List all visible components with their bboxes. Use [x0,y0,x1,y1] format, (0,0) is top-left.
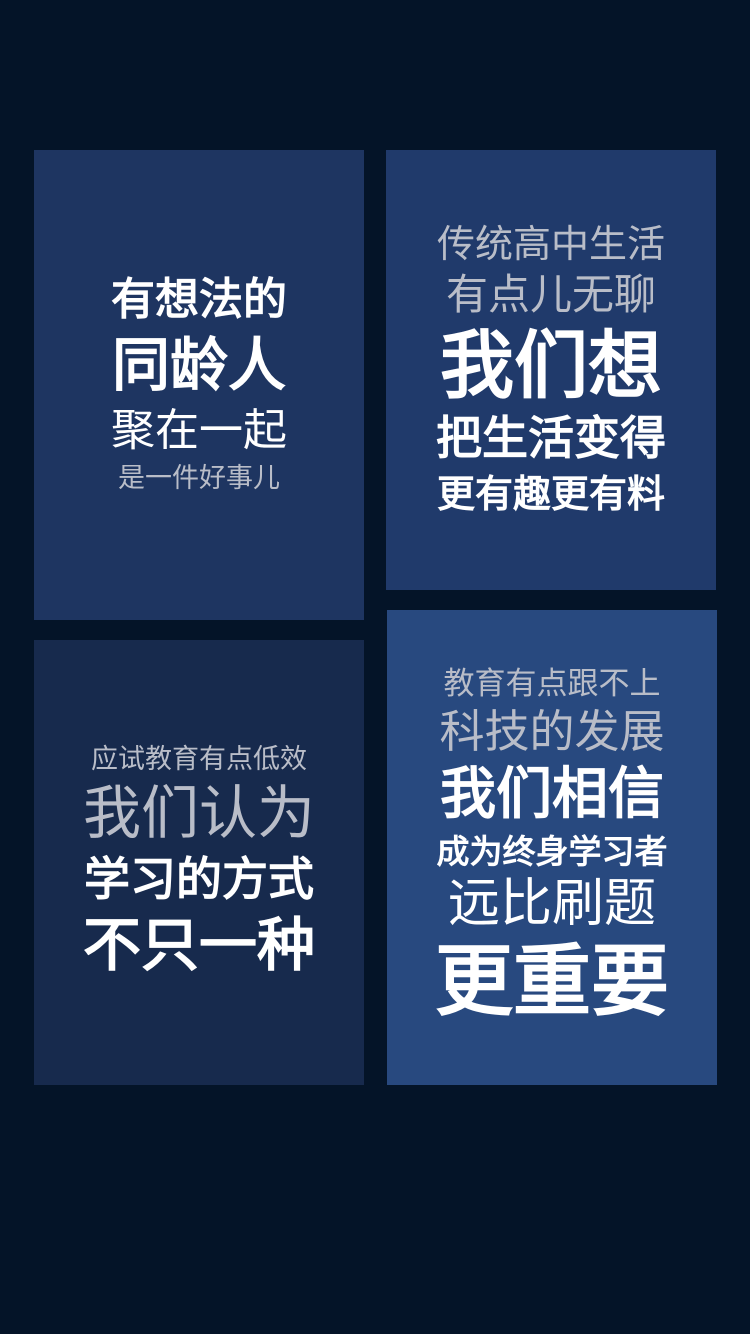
card-4-line-2: 科技的发展 [439,704,665,758]
card-3-line-2: 我们认为 [82,778,315,847]
card-2-line-4: 把生活变得 [436,411,666,465]
card-high-school-life: 传统高中生活 有点儿无聊 我们想 把生活变得 更有趣更有料 [386,150,716,590]
card-like-minded-peers: 有想法的 同龄人 聚在一起 是一件好事儿 [34,150,364,620]
card-1-line-3: 聚在一起 [111,404,287,456]
card-lifelong-learning: 教育有点跟不上 科技的发展 我们相信 成为终身学习者 远比刷题 更重要 [387,610,717,1085]
card-4-line-3: 我们相信 [440,761,664,827]
card-1-line-4: 是一件好事儿 [118,463,280,495]
card-3-line-1: 应试教育有点低效 [91,744,307,776]
card-3-line-4: 不只一种 [82,911,315,980]
card-ways-of-learning: 应试教育有点低效 我们认为 学习的方式 不只一种 [34,640,364,1085]
card-4-line-6: 更重要 [434,936,669,1027]
card-3-line-3: 学习的方式 [84,852,314,907]
card-2-line-2: 有点儿无聊 [445,269,656,319]
card-4-line-5: 远比刷题 [447,874,656,935]
card-1-line-1: 有想法的 [111,274,287,326]
card-4-line-1: 教育有点跟不上 [443,665,661,702]
card-4-line-4: 成为终身学习者 [436,831,668,871]
card-2-line-3: 我们想 [440,323,662,410]
card-2-line-5: 更有趣更有料 [436,472,665,517]
card-2-line-1: 传统高中生活 [436,222,665,267]
card-1-line-2: 同龄人 [111,331,286,399]
